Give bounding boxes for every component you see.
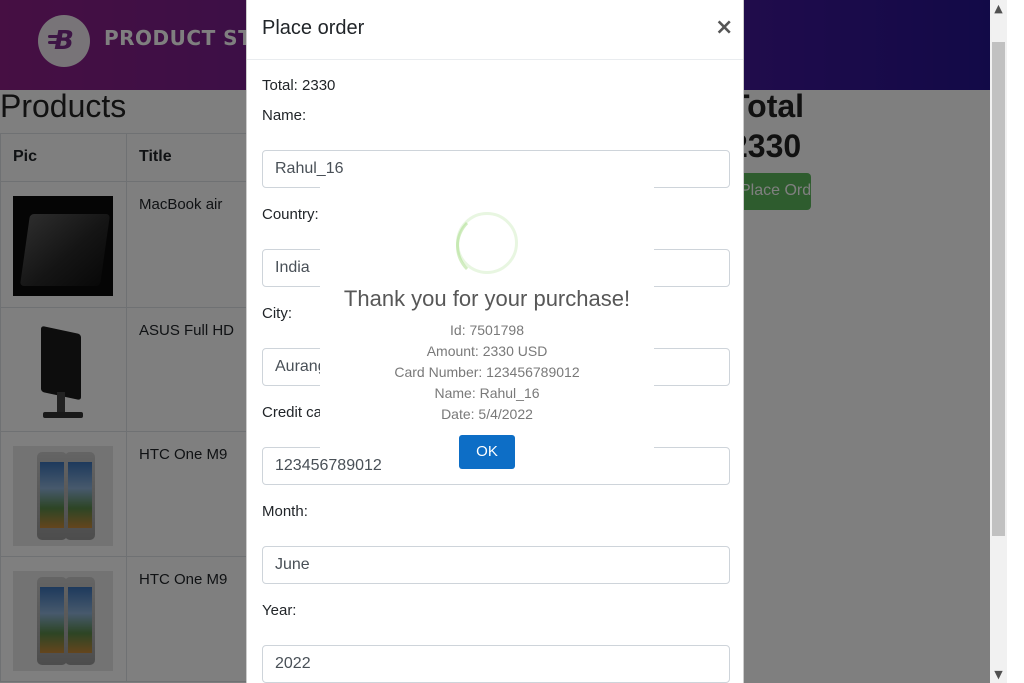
month-field[interactable]	[262, 546, 730, 584]
month-label: Month:	[262, 503, 308, 520]
alert-title: Thank you for your purchase!	[343, 286, 631, 311]
name-label: Name:	[262, 107, 307, 124]
country-label: Country:	[262, 206, 319, 223]
scroll-down-arrow-icon[interactable]: ▼	[990, 666, 1007, 683]
modal-header: Place order ×	[247, 0, 743, 60]
city-label: City:	[262, 305, 292, 322]
order-date: Date: 5/4/2022	[441, 406, 533, 422]
scrollbar[interactable]: ▲ ▼	[990, 0, 1024, 683]
scroll-up-arrow-icon[interactable]: ▲	[990, 0, 1007, 17]
purchase-success-alert: Thank you for your purchase! Id: 7501798…	[320, 183, 654, 469]
order-id: Id: 7501798	[450, 322, 524, 338]
order-name: Name: Rahul_16	[434, 385, 540, 401]
success-spinner-icon	[456, 212, 518, 280]
ok-button[interactable]: OK	[459, 435, 515, 469]
modal-title: Place order	[262, 17, 365, 39]
order-total: Total: 2330	[262, 77, 336, 94]
order-card-number: Card Number: 123456789012	[394, 364, 580, 380]
close-icon[interactable]: ×	[715, 16, 733, 40]
alert-details: Id: 7501798 Amount: 2330 USD Card Number…	[320, 320, 654, 425]
scrollbar-gutter	[1007, 0, 1024, 683]
order-amount: Amount: 2330 USD	[426, 343, 548, 359]
year-label: Year:	[262, 602, 297, 619]
scrollbar-thumb[interactable]	[992, 42, 1005, 536]
year-field[interactable]	[262, 645, 730, 683]
